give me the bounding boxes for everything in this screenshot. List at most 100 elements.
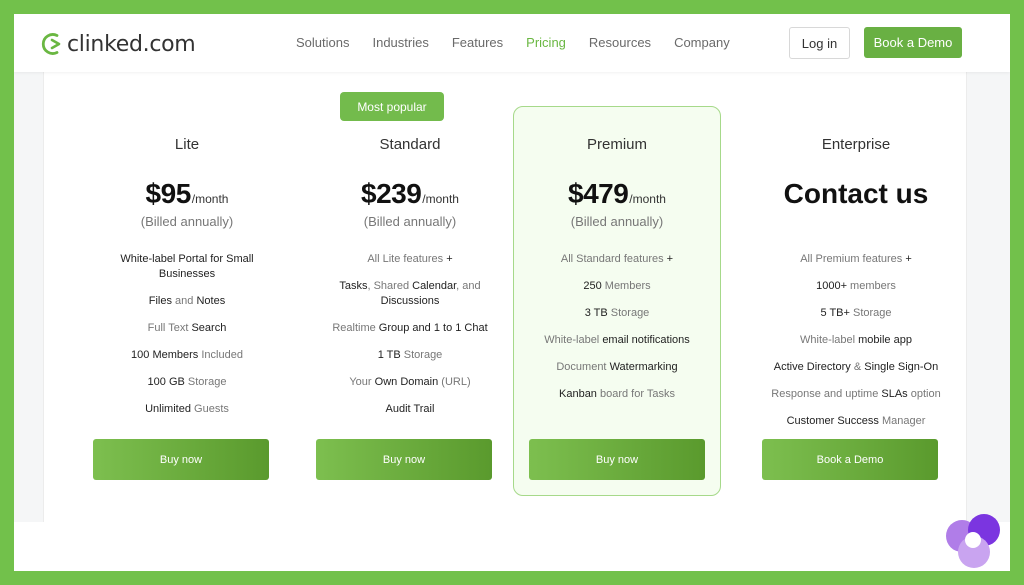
buy-now-button-lite[interactable]: Buy now <box>93 439 269 480</box>
nav-industries[interactable]: Industries <box>372 35 428 50</box>
feature-text: Unlimited <box>145 403 191 415</box>
feature-text: Single Sign-On <box>864 361 939 373</box>
feature-item: 100 GB Storage <box>93 375 281 390</box>
page-bottom <box>14 522 1010 571</box>
feature-list: All Standard features +250 Members 3 TB S… <box>523 252 711 414</box>
feature-item: Document Watermarking <box>523 360 711 375</box>
feature-item: All Standard features + <box>523 252 711 267</box>
feature-item: Realtime Group and 1 to 1 Chat <box>316 321 504 336</box>
feature-item: Files and Notes <box>93 294 281 309</box>
feature-text: 100 GB <box>147 376 185 388</box>
feature-text: Your <box>349 376 375 388</box>
feature-item: 100 Members Included <box>93 348 281 363</box>
feature-text: option <box>907 388 941 400</box>
feature-text: Watermarking <box>609 361 678 373</box>
feature-text: Search <box>191 322 227 334</box>
feature-text: email notifications <box>602 334 690 346</box>
feature-text: Document <box>556 361 610 373</box>
feature-item: Customer Success Manager <box>762 414 950 429</box>
feature-text: Notes <box>196 295 226 307</box>
feature-text: Guests <box>190 403 229 415</box>
plan-price: $479 <box>568 178 629 209</box>
plan-name: Standard <box>379 136 441 153</box>
feature-item: 1000+ members <box>762 279 950 294</box>
feature-item: 5 TB+ Storage <box>762 306 950 321</box>
plan-price: $239 <box>361 178 422 209</box>
feature-item: Response and uptime SLAs option <box>762 387 950 402</box>
feature-text: (URL) <box>438 376 471 388</box>
plan-price: $95 <box>145 178 192 209</box>
feature-item: Unlimited Guests <box>93 402 281 417</box>
feature-list: All Lite features + Tasks, Shared Calenda… <box>316 252 504 429</box>
nav-pricing[interactable]: Pricing <box>526 35 566 50</box>
clinked-logo[interactable]: clinked.com <box>40 30 196 58</box>
feature-text: Realtime <box>332 322 379 334</box>
book-demo-button-enterprise[interactable]: Book a Demo <box>762 439 938 480</box>
plan-name: Enterprise <box>821 136 891 153</box>
feature-item: 250 Members <box>523 279 711 294</box>
plan-name: Premium <box>586 136 647 153</box>
plan-card-standard: Standard $239 /month (Billed annually) A… <box>306 72 514 522</box>
clinked-logo-icon <box>41 33 61 55</box>
price-period: /month <box>422 192 459 206</box>
feature-list: White-label Portal for Small Businesses F… <box>93 252 281 429</box>
feature-text: Calendar <box>412 280 457 292</box>
feature-text: SLAs <box>881 388 908 400</box>
feature-text: Members <box>601 280 651 292</box>
logo-text: clinked.com <box>67 31 196 57</box>
plan-name: Lite <box>174 136 200 153</box>
feature-text: 1000+ <box>816 280 847 292</box>
contact-us-text: Contact us <box>783 178 929 209</box>
feature-text: Included <box>198 349 243 361</box>
feature-item: All Premium features + <box>762 252 950 267</box>
nav-solutions[interactable]: Solutions <box>296 35 349 50</box>
feature-text: Storage <box>400 349 443 361</box>
billing-note: (Billed annually) <box>363 214 457 229</box>
feature-item: Kanban board for Tasks <box>523 387 711 402</box>
buy-now-button-premium[interactable]: Buy now <box>529 439 705 480</box>
feature-item: White-label mobile app <box>762 333 950 348</box>
feature-text: , Shared <box>367 280 413 292</box>
plan-card-premium: Premium $479 /month (Billed annually) Al… <box>513 72 721 522</box>
billing-note: (Billed annually) <box>570 214 664 229</box>
plan-card-lite: Lite $95 /month (Billed annually) White-… <box>83 72 291 522</box>
feature-text: Files <box>148 295 172 307</box>
feature-text: 3 TB <box>584 307 608 319</box>
chat-widget-icon[interactable] <box>940 508 1006 571</box>
nav-features[interactable]: Features <box>452 35 503 50</box>
price-row: $479 /month <box>513 178 721 210</box>
price-row: $95 /month <box>83 178 291 210</box>
nav-resources[interactable]: Resources <box>589 35 651 50</box>
feature-text: Manager <box>878 415 926 427</box>
feature-text: Storage <box>849 307 892 319</box>
feature-text: + <box>666 253 674 265</box>
price-period: /month <box>629 192 666 206</box>
feature-text: Own Domain <box>374 376 439 388</box>
feature-text: White-label <box>544 334 603 346</box>
feature-text: + <box>446 253 453 265</box>
price-row: $239 /month <box>306 178 514 210</box>
feature-text: Kanban <box>559 388 597 400</box>
feature-text: 250 <box>583 280 602 292</box>
feature-text: Group and 1 to 1 Chat <box>378 322 488 334</box>
buy-now-button-standard[interactable]: Buy now <box>316 439 492 480</box>
nav-company[interactable]: Company <box>674 35 730 50</box>
feature-item: Full Text Search <box>93 321 281 336</box>
feature-text: , and <box>456 280 481 292</box>
login-button[interactable]: Log in <box>789 27 850 59</box>
feature-text: + <box>905 253 912 265</box>
feature-text: Customer Success <box>786 415 879 427</box>
price-period: /month <box>191 192 229 206</box>
feature-list: All Premium features +1000+ members 5 TB+… <box>762 252 950 441</box>
feature-text: Full Text <box>147 322 192 334</box>
main-nav: Solutions Industries Features Pricing Re… <box>296 35 730 50</box>
book-demo-header-button[interactable]: Book a Demo <box>864 27 962 58</box>
feature-text: Discussions <box>380 295 440 307</box>
feature-item: Tasks, Shared Calendar, and Discussions <box>316 279 504 309</box>
feature-text: Active Directory <box>773 361 851 373</box>
feature-text: board for Tasks <box>596 388 675 400</box>
feature-text: All Premium features <box>800 253 906 265</box>
feature-text: and <box>172 295 197 307</box>
feature-text: White-label Portal for Small Businesses <box>120 253 254 280</box>
feature-text: members <box>847 280 896 292</box>
